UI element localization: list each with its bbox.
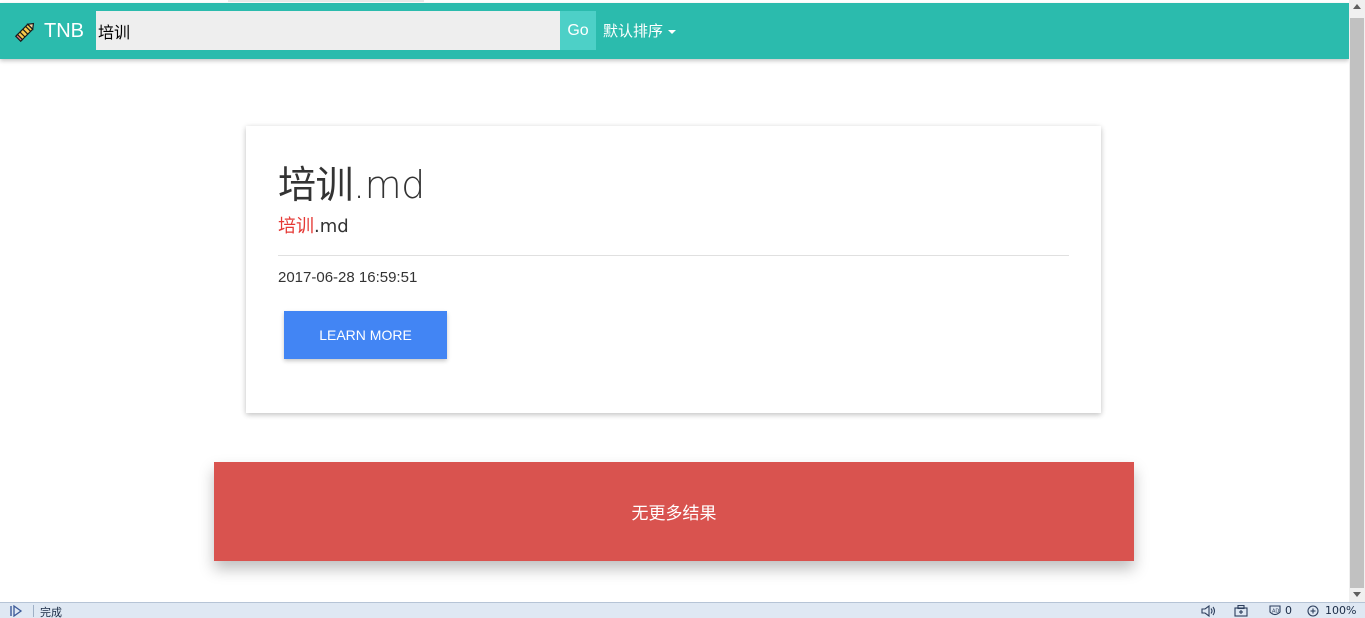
brand-name: TNB xyxy=(44,19,84,42)
scrollbar-thumb[interactable] xyxy=(1350,18,1364,588)
play-forward-icon[interactable] xyxy=(9,605,23,617)
status-separator xyxy=(33,605,34,617)
pencil-icon xyxy=(14,22,35,43)
svg-text:AD: AD xyxy=(1272,609,1279,615)
snippet-rest: .md xyxy=(314,216,349,237)
network-icon[interactable] xyxy=(1234,605,1248,617)
search-highlight: 培训 xyxy=(278,216,314,237)
speaker-icon[interactable] xyxy=(1201,605,1217,617)
result-title[interactable]: 培训.md xyxy=(278,154,425,209)
sort-label: 默认排序 xyxy=(603,22,664,40)
zoom-level[interactable]: 100% xyxy=(1325,604,1356,617)
scroll-down-arrow-icon[interactable] xyxy=(1353,592,1361,597)
zoom-in-icon[interactable] xyxy=(1307,605,1320,617)
card-divider xyxy=(278,255,1069,256)
result-date: 2017-06-28 16:59:51 xyxy=(278,269,418,286)
go-button[interactable]: Go xyxy=(560,11,596,50)
brand[interactable]: TNB xyxy=(14,3,84,59)
search-input[interactable] xyxy=(96,11,560,50)
result-snippet: 培训.md xyxy=(278,212,349,238)
scroll-up-arrow-icon[interactable] xyxy=(1353,4,1361,9)
adblock-icon[interactable]: AD xyxy=(1268,605,1282,617)
caret-down-icon xyxy=(668,29,677,34)
status-text: 完成 xyxy=(40,606,62,618)
navbar: TNB Go 默认排序 xyxy=(0,3,1349,59)
active-tab-marker xyxy=(228,0,424,2)
sort-dropdown[interactable]: 默认排序 xyxy=(603,11,677,50)
blocked-count: 0 xyxy=(1285,604,1292,617)
status-bar: 完成 AD 0 100% xyxy=(0,602,1365,618)
result-card: 培训.md 培训.md 2017-06-28 16:59:51 LEARN MO… xyxy=(246,126,1101,413)
no-more-results-banner: 无更多结果 xyxy=(214,462,1134,561)
learn-more-button[interactable]: LEARN MORE xyxy=(284,311,447,359)
